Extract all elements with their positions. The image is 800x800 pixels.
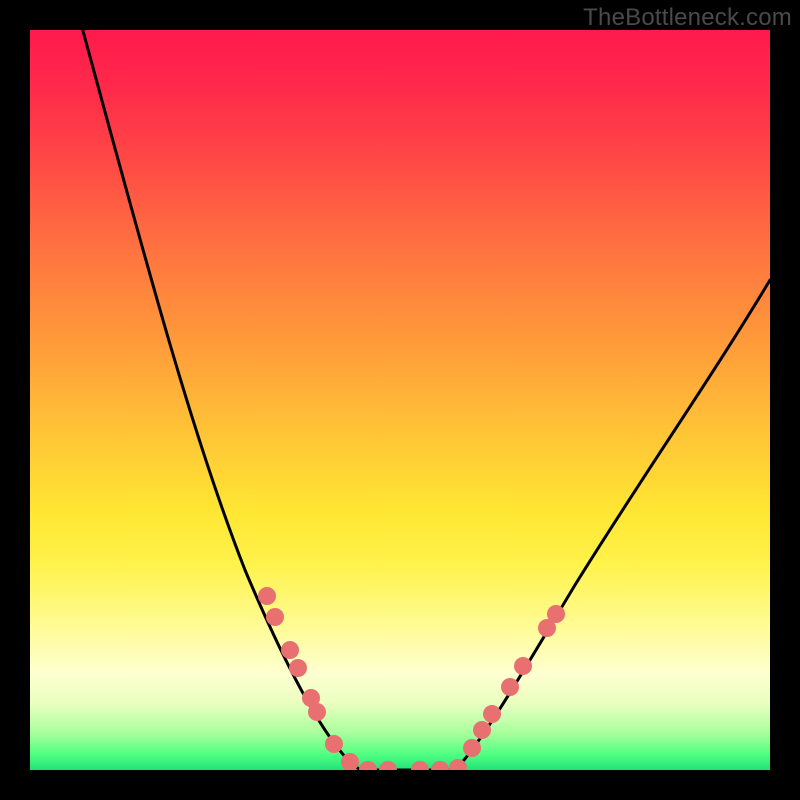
- right-curve: [410, 280, 770, 770]
- dots-right-group: [411, 605, 565, 770]
- left-curve: [80, 30, 430, 770]
- data-dot: [514, 657, 532, 675]
- data-dot: [359, 761, 377, 770]
- data-dot: [325, 735, 343, 753]
- dots-left-group: [258, 587, 397, 770]
- data-dot: [379, 761, 397, 770]
- data-dot: [266, 608, 284, 626]
- data-dot: [258, 587, 276, 605]
- data-dot: [281, 641, 299, 659]
- data-dot: [463, 739, 481, 757]
- curve-layer: [30, 30, 770, 770]
- data-dot: [473, 721, 491, 739]
- data-dot: [501, 678, 519, 696]
- data-dot: [547, 605, 565, 623]
- data-dot: [411, 761, 429, 770]
- data-dot: [308, 703, 326, 721]
- data-dot: [289, 659, 307, 677]
- data-dot: [431, 761, 449, 770]
- data-dot: [483, 705, 501, 723]
- plot-area: [30, 30, 770, 770]
- chart-frame: TheBottleneck.com: [0, 0, 800, 800]
- watermark-text: TheBottleneck.com: [583, 4, 792, 32]
